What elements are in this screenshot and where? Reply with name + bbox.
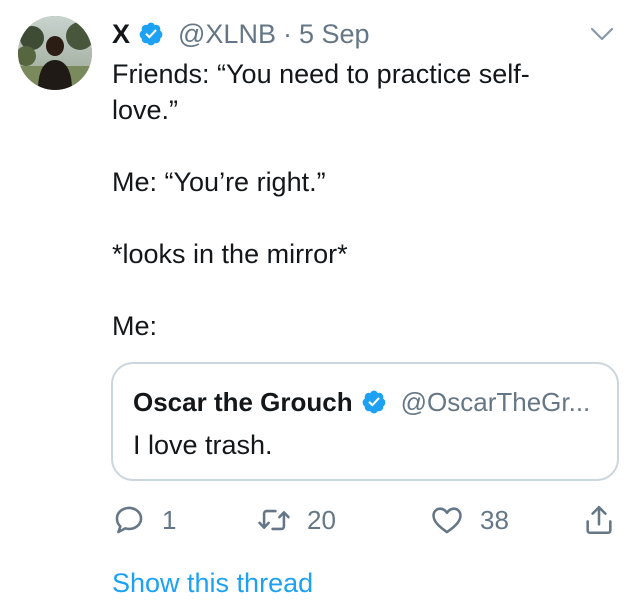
- tweet-text-line: Friends: “You need to practice self-: [112, 59, 530, 89]
- quoted-tweet-text: I love trash.: [133, 430, 273, 460]
- tweet: X @XLNB · 5 Sep Friends: “You need to pr…: [0, 0, 640, 611]
- tweet-text-line: love.”: [112, 95, 179, 125]
- tweet-text: Friends: “You need to practice self- lov…: [112, 56, 617, 344]
- chevron-down-icon[interactable]: [590, 22, 614, 46]
- quoted-tweet-header: Oscar the Grouch @OscarTheGr...: [133, 384, 603, 420]
- reply-icon: [115, 506, 143, 534]
- share-button[interactable]: [582, 500, 616, 540]
- quoted-tweet-card[interactable]: Oscar the Grouch @OscarTheGr... I love t…: [111, 362, 619, 481]
- reply-button[interactable]: 1: [112, 500, 176, 540]
- heart-icon: [432, 507, 462, 534]
- tweet-text-line: Me: “You’re right.”: [112, 167, 326, 197]
- retweet-button[interactable]: 20: [257, 500, 336, 540]
- separator-dot: ·: [282, 18, 292, 49]
- tweet-text-line: *looks in the mirror*: [112, 239, 348, 269]
- retweet-icon: [258, 509, 290, 531]
- tweet-actions: 1 20 38: [112, 500, 622, 540]
- tweet-header: X @XLNB · 5 Sep: [112, 14, 370, 54]
- like-count: 38: [480, 504, 509, 535]
- avatar[interactable]: [18, 16, 92, 90]
- profile-photo: [18, 16, 92, 90]
- quoted-author-handle: @OscarTheGr...: [400, 386, 591, 417]
- reply-count: 1: [162, 504, 177, 535]
- share-icon: [586, 505, 612, 535]
- verified-badge-icon: [138, 21, 164, 47]
- quoted-author-display-name: Oscar the Grouch: [133, 386, 353, 417]
- retweet-count: 20: [307, 504, 336, 535]
- like-button[interactable]: 38: [430, 500, 509, 540]
- author-handle[interactable]: @XLNB: [178, 19, 276, 50]
- author-display-name[interactable]: X: [112, 19, 130, 50]
- show-thread-link[interactable]: Show this thread: [112, 568, 313, 599]
- verified-badge-icon: [361, 389, 387, 415]
- tweet-text-line: Me:: [112, 311, 158, 341]
- tweet-timestamp[interactable]: 5 Sep: [299, 19, 370, 50]
